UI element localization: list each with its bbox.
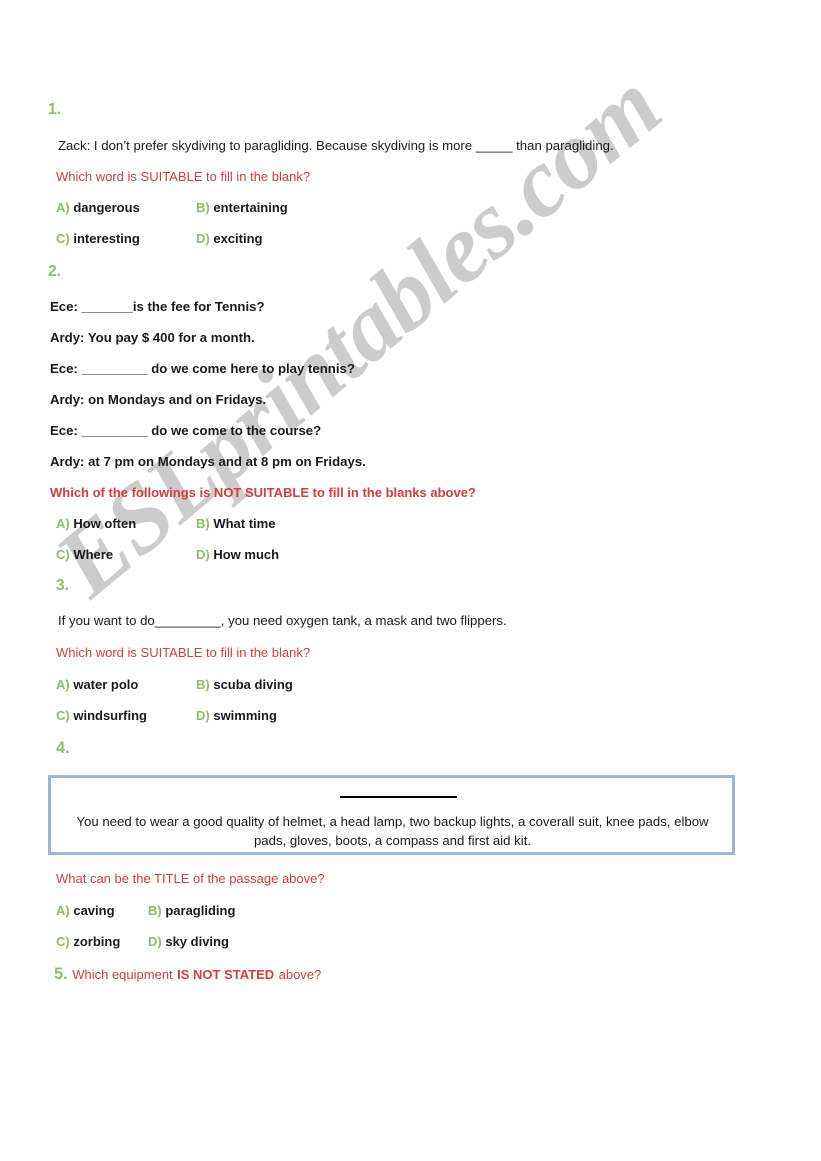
question-4-number: 4.: [56, 739, 70, 757]
option-letter: C): [56, 708, 70, 723]
passage-text: You need to wear a good quality of helme…: [76, 814, 709, 848]
option-text: paragliding: [165, 903, 236, 918]
passage-box: You need to wear a good quality of helme…: [48, 775, 735, 855]
question-3-stem: If you want to do_________, you need oxy…: [58, 613, 507, 628]
option-letter: D): [196, 708, 210, 723]
question-2-option-a[interactable]: A) How often: [56, 516, 136, 532]
passage-title-blank-rule: [340, 796, 457, 798]
question-5-number: 5.: [54, 965, 68, 983]
question-5-lead: Which equipment: [72, 967, 173, 982]
option-letter: B): [196, 200, 210, 215]
question-3-number: 3.: [56, 577, 69, 594]
option-letter: C): [56, 547, 70, 562]
question-2-dialogue-line-6: Ardy: at 7 pm on Mondays and at 8 pm on …: [50, 454, 366, 469]
question-2-number: 2.: [48, 263, 61, 280]
option-text: entertaining: [213, 200, 288, 215]
option-text: How often: [73, 516, 137, 531]
question-2-dialogue-line-1: Ece: _______is the fee for Tennis?: [50, 299, 265, 314]
question-3-option-c[interactable]: C) windsurfing: [56, 708, 147, 724]
option-letter: C): [56, 934, 70, 949]
question-5-emphasis: IS NOT STATED: [177, 967, 275, 982]
option-text: caving: [73, 903, 115, 918]
option-letter: A): [56, 677, 70, 692]
question-1-option-b[interactable]: B) entertaining: [196, 200, 288, 216]
question-1-stem: Zack: I don’t prefer skydiving to paragl…: [58, 138, 614, 153]
option-text: swimming: [213, 708, 277, 723]
question-4-option-b[interactable]: B) paragliding: [148, 903, 235, 919]
question-2-dialogue-line-2: Ardy: You pay $ 400 for a month.: [50, 330, 255, 345]
question-2-dialogue-line-4: Ardy: on Mondays and on Fridays.: [50, 392, 267, 407]
worksheet-page: 1. Zack: I don’t prefer skydiving to par…: [0, 0, 821, 1161]
question-2-option-c[interactable]: C) Where: [56, 547, 113, 563]
option-letter: A): [56, 903, 70, 918]
option-letter: A): [56, 200, 70, 215]
option-text: Where: [73, 547, 114, 562]
question-3-option-b[interactable]: B) scuba diving: [196, 677, 293, 693]
question-1-option-d[interactable]: D) exciting: [196, 231, 262, 247]
question-1-option-a[interactable]: A) dangerous: [56, 200, 140, 216]
option-letter: D): [196, 231, 210, 246]
option-text: water polo: [73, 677, 139, 692]
question-1-option-c[interactable]: C) interesting: [56, 231, 140, 247]
question-2-option-b[interactable]: B) What time: [196, 516, 275, 532]
option-letter: C): [56, 231, 70, 246]
question-4-option-a[interactable]: A) caving: [56, 903, 115, 919]
question-4-option-d[interactable]: D) sky diving: [148, 934, 229, 950]
option-text: What time: [213, 516, 276, 531]
question-3-option-d[interactable]: D) swimming: [196, 708, 277, 724]
question-1-prompt: Which word is SUITABLE to fill in the bl…: [56, 169, 311, 184]
question-4-prompt: What can be the TITLE of the passage abo…: [56, 871, 325, 886]
option-text: How much: [213, 547, 280, 562]
option-text: sky diving: [165, 934, 229, 949]
option-letter: A): [56, 516, 70, 531]
option-text: scuba diving: [213, 677, 293, 692]
option-letter: B): [148, 903, 162, 918]
question-1-number: 1.: [48, 101, 61, 118]
option-text: zorbing: [73, 934, 121, 949]
question-2-option-d[interactable]: D) How much: [196, 547, 279, 563]
option-text: dangerous: [73, 200, 140, 215]
question-5-line: 5. Which equipment IS NOT STATED above?: [54, 965, 321, 984]
option-letter: D): [148, 934, 162, 949]
question-3-option-a[interactable]: A) water polo: [56, 677, 138, 693]
question-3-prompt: Which word is SUITABLE to fill in the bl…: [56, 645, 311, 660]
question-2-dialogue-line-3: Ece: _________ do we come here to play t…: [50, 361, 355, 376]
option-letter: B): [196, 677, 210, 692]
question-2-dialogue-line-5: Ece: _________ do we come to the course?: [50, 423, 322, 438]
question-2-prompt: Which of the followings is NOT SUITABLE …: [50, 485, 476, 500]
question-5-tail: above?: [278, 967, 322, 982]
option-text: exciting: [213, 231, 263, 246]
option-letter: D): [196, 547, 210, 562]
option-text: windsurfing: [73, 708, 148, 723]
option-letter: B): [196, 516, 210, 531]
question-4-option-c[interactable]: C) zorbing: [56, 934, 120, 950]
option-text: interesting: [73, 231, 140, 246]
